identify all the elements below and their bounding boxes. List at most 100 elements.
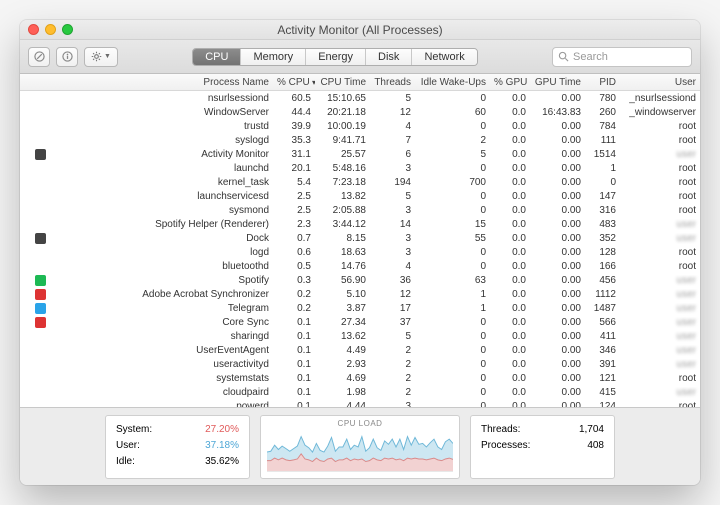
cell-gpu: 0.0 (490, 303, 530, 314)
table-row[interactable]: trustd39.910:00.19400.00.00784root (20, 119, 700, 133)
cell-pid: 0 (585, 177, 620, 188)
cell-name: UserEventAgent (20, 345, 273, 356)
cell-gpu: 0.0 (490, 387, 530, 398)
table-row[interactable]: syslogd35.39:41.71720.00.00111root (20, 133, 700, 147)
cell-pid: 456 (585, 275, 620, 286)
cell-name: syslogd (20, 135, 273, 146)
cell-idle: 0 (415, 387, 490, 398)
cell-cpu: 39.9 (273, 121, 315, 132)
tab-memory[interactable]: Memory (241, 49, 306, 65)
table-row[interactable]: Adobe Acrobat Synchronizer0.25.101210.00… (20, 287, 700, 301)
stop-process-button[interactable] (28, 47, 50, 67)
cell-threads: 4 (370, 121, 415, 132)
cell-gpu: 0.0 (490, 331, 530, 342)
tab-cpu[interactable]: CPU (193, 49, 241, 65)
cell-idle: 0 (415, 191, 490, 202)
table-row[interactable]: Dock0.78.153550.00.00352user (20, 231, 700, 245)
cell-time: 7:23.18 (315, 177, 370, 188)
table-row[interactable]: sysmond2.52:05.88300.00.00316root (20, 203, 700, 217)
col-process-name[interactable]: Process Name (20, 77, 273, 88)
cell-gpu: 0.0 (490, 345, 530, 356)
minimize-button[interactable] (45, 24, 56, 35)
cell-gpu: 0.0 (490, 233, 530, 244)
cell-user: root (620, 205, 700, 216)
cell-user: root (620, 121, 700, 132)
process-table: Process Name % CPU CPU Time Threads Idle… (20, 74, 700, 407)
table-row[interactable]: sharingd0.113.62500.00.00411user (20, 329, 700, 343)
tab-network[interactable]: Network (412, 49, 476, 65)
cell-gtime: 0.00 (530, 359, 585, 370)
cell-gpu: 0.0 (490, 317, 530, 328)
cell-user: user (620, 359, 700, 370)
table-row[interactable]: nsurlsessiond60.515:10.65500.00.00780_ns… (20, 91, 700, 105)
cell-user: user (620, 219, 700, 230)
cell-pid: 1514 (585, 149, 620, 160)
cell-gtime: 0.00 (530, 387, 585, 398)
table-row[interactable]: Core Sync0.127.343700.00.00566user (20, 315, 700, 329)
counts-panel: Threads:1,704 Processes:408 (470, 415, 615, 479)
table-row[interactable]: launchservicesd2.513.82500.00.00147root (20, 189, 700, 203)
cell-time: 5.10 (315, 289, 370, 300)
table-row[interactable]: kernel_task5.47:23.181947000.00.000root (20, 175, 700, 189)
options-button[interactable]: ▼ (84, 47, 118, 67)
cell-cpu: 2.5 (273, 191, 315, 202)
cell-pid: 352 (585, 233, 620, 244)
cell-idle: 0 (415, 359, 490, 370)
table-row[interactable]: powerd0.14.44300.00.00124root (20, 399, 700, 407)
cell-gpu: 0.0 (490, 135, 530, 146)
search-input[interactable]: Search (552, 47, 692, 67)
cell-user: root (620, 401, 700, 408)
cell-name: useractivityd (20, 359, 273, 370)
cell-gtime: 0.00 (530, 331, 585, 342)
table-row[interactable]: Activity Monitor31.125.57650.00.001514us… (20, 147, 700, 161)
table-row[interactable]: useractivityd0.12.93200.00.00391user (20, 357, 700, 371)
table-row[interactable]: launchd20.15:48.16300.00.001root (20, 161, 700, 175)
col-user[interactable]: User (620, 77, 700, 88)
tab-disk[interactable]: Disk (366, 49, 412, 65)
cell-gpu: 0.0 (490, 107, 530, 118)
cell-threads: 36 (370, 275, 415, 286)
table-row[interactable]: WindowServer44.420:21.1812600.016:43.832… (20, 105, 700, 119)
cell-cpu: 0.2 (273, 303, 315, 314)
cell-cpu: 0.5 (273, 261, 315, 272)
col-gpu[interactable]: % GPU (490, 77, 530, 88)
cell-idle: 1 (415, 303, 490, 314)
col-cpu[interactable]: % CPU (273, 77, 315, 88)
table-row[interactable]: systemstats0.14.69200.00.00121root (20, 371, 700, 385)
table-row[interactable]: logd0.618.63300.00.00128root (20, 245, 700, 259)
titlebar[interactable]: Activity Monitor (All Processes) (20, 20, 700, 40)
table-row[interactable]: Spotify Helper (Renderer)2.33:44.1214150… (20, 217, 700, 231)
cell-cpu: 20.1 (273, 163, 315, 174)
zoom-button[interactable] (62, 24, 73, 35)
col-pid[interactable]: PID (585, 77, 620, 88)
table-row[interactable]: Telegram0.23.871710.00.001487user (20, 301, 700, 315)
col-cpu-time[interactable]: CPU Time (315, 77, 370, 88)
col-threads[interactable]: Threads (370, 77, 415, 88)
cell-gpu: 0.0 (490, 93, 530, 104)
table-row[interactable]: bluetoothd0.514.76400.00.00166root (20, 259, 700, 273)
cell-gpu: 0.0 (490, 401, 530, 408)
tab-energy[interactable]: Energy (306, 49, 366, 65)
cell-cpu: 0.1 (273, 401, 315, 408)
table-row[interactable]: Spotify0.356.9036630.00.00456user (20, 273, 700, 287)
col-idle-wakeups[interactable]: Idle Wake-Ups (415, 77, 490, 88)
col-gpu-time[interactable]: GPU Time (530, 77, 585, 88)
cell-cpu: 2.5 (273, 205, 315, 216)
table-header[interactable]: Process Name % CPU CPU Time Threads Idle… (20, 74, 700, 91)
table-row[interactable]: cloudpaird0.11.98200.00.00415user (20, 385, 700, 399)
cell-idle: 15 (415, 219, 490, 230)
table-row[interactable]: UserEventAgent0.14.49200.00.00346user (20, 343, 700, 357)
inspect-process-button[interactable] (56, 47, 78, 67)
table-body[interactable]: nsurlsessiond60.515:10.65500.00.00780_ns… (20, 91, 700, 407)
system-label: System: (116, 422, 152, 438)
cell-name: kernel_task (20, 177, 273, 188)
cell-time: 3:44.12 (315, 219, 370, 230)
cell-time: 4.69 (315, 373, 370, 384)
window-title: Activity Monitor (All Processes) (277, 23, 442, 37)
cell-idle: 0 (415, 345, 490, 356)
user-label: User: (116, 438, 140, 454)
close-button[interactable] (28, 24, 39, 35)
cell-gtime: 0.00 (530, 205, 585, 216)
cell-gtime: 0.00 (530, 289, 585, 300)
cell-user: root (620, 373, 700, 384)
